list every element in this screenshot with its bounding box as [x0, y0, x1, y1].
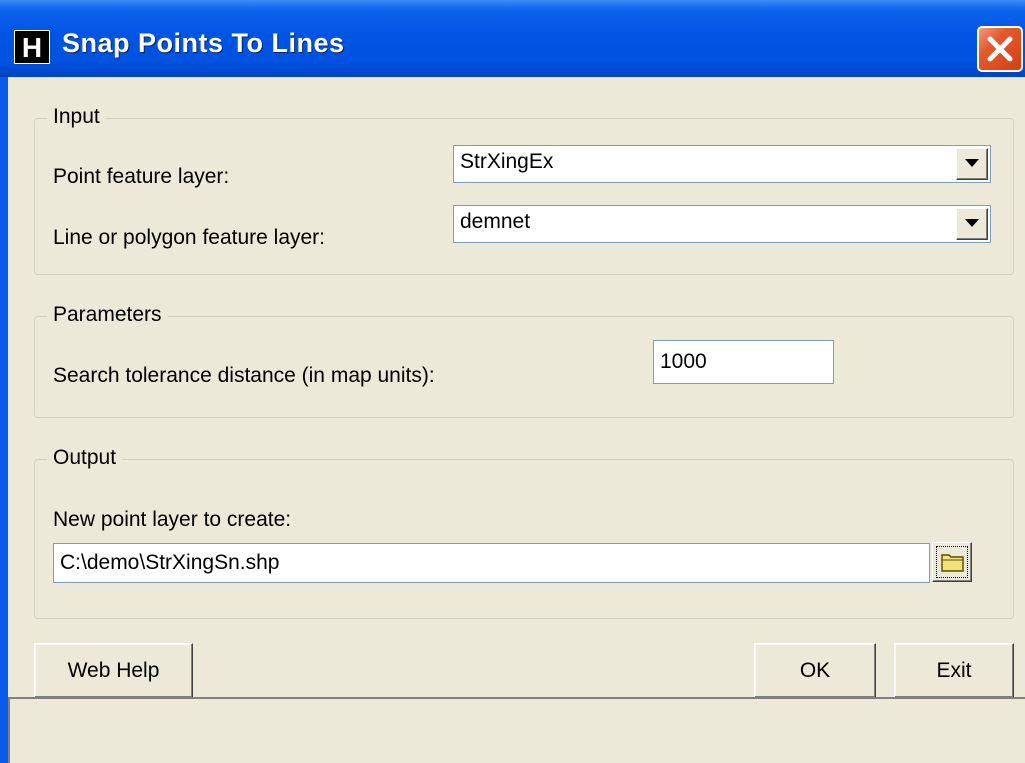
title-bar[interactable]: H Snap Points To Lines	[0, 0, 1025, 77]
dropdown-arrow-icon	[965, 219, 979, 227]
input-group: Input	[34, 105, 1014, 275]
point-layer-dropdown-button[interactable]	[956, 148, 988, 180]
line-layer-select[interactable]: demnet	[453, 205, 991, 243]
input-group-title: Input	[47, 105, 106, 129]
point-layer-select[interactable]: StrXingEx	[453, 145, 991, 183]
output-group-title: Output	[47, 446, 123, 470]
tolerance-input[interactable]	[654, 341, 833, 383]
point-layer-label: Point feature layer:	[53, 165, 230, 188]
close-icon	[987, 36, 1013, 62]
dialog-window: H Snap Points To Lines Input Point featu…	[0, 0, 1025, 763]
new-layer-label: New point layer to create:	[53, 508, 292, 531]
tolerance-field[interactable]	[653, 340, 834, 384]
line-layer-value: demnet	[460, 210, 531, 233]
status-bar	[8, 697, 1025, 763]
browse-button[interactable]	[932, 542, 972, 582]
new-layer-field[interactable]	[53, 543, 930, 583]
close-button[interactable]	[977, 26, 1023, 72]
dialog-body: Input Point feature layer: StrXingEx Lin…	[8, 77, 1025, 763]
app-icon: H	[14, 30, 50, 64]
window-title: Snap Points To Lines	[62, 28, 345, 58]
folder-icon	[941, 554, 964, 572]
output-group: Output	[34, 446, 1014, 619]
tolerance-label: Search tolerance distance (in map units)…	[53, 364, 435, 387]
exit-button[interactable]: Exit	[894, 643, 1014, 698]
parameters-group-title: Parameters	[47, 303, 168, 327]
web-help-button[interactable]: Web Help	[34, 643, 193, 698]
line-layer-label: Line or polygon feature layer:	[53, 226, 326, 249]
point-layer-value: StrXingEx	[460, 150, 554, 173]
new-layer-input[interactable]	[54, 544, 929, 582]
line-layer-dropdown-button[interactable]	[956, 208, 988, 240]
dropdown-arrow-icon	[965, 159, 979, 167]
ok-button[interactable]: OK	[754, 643, 876, 698]
